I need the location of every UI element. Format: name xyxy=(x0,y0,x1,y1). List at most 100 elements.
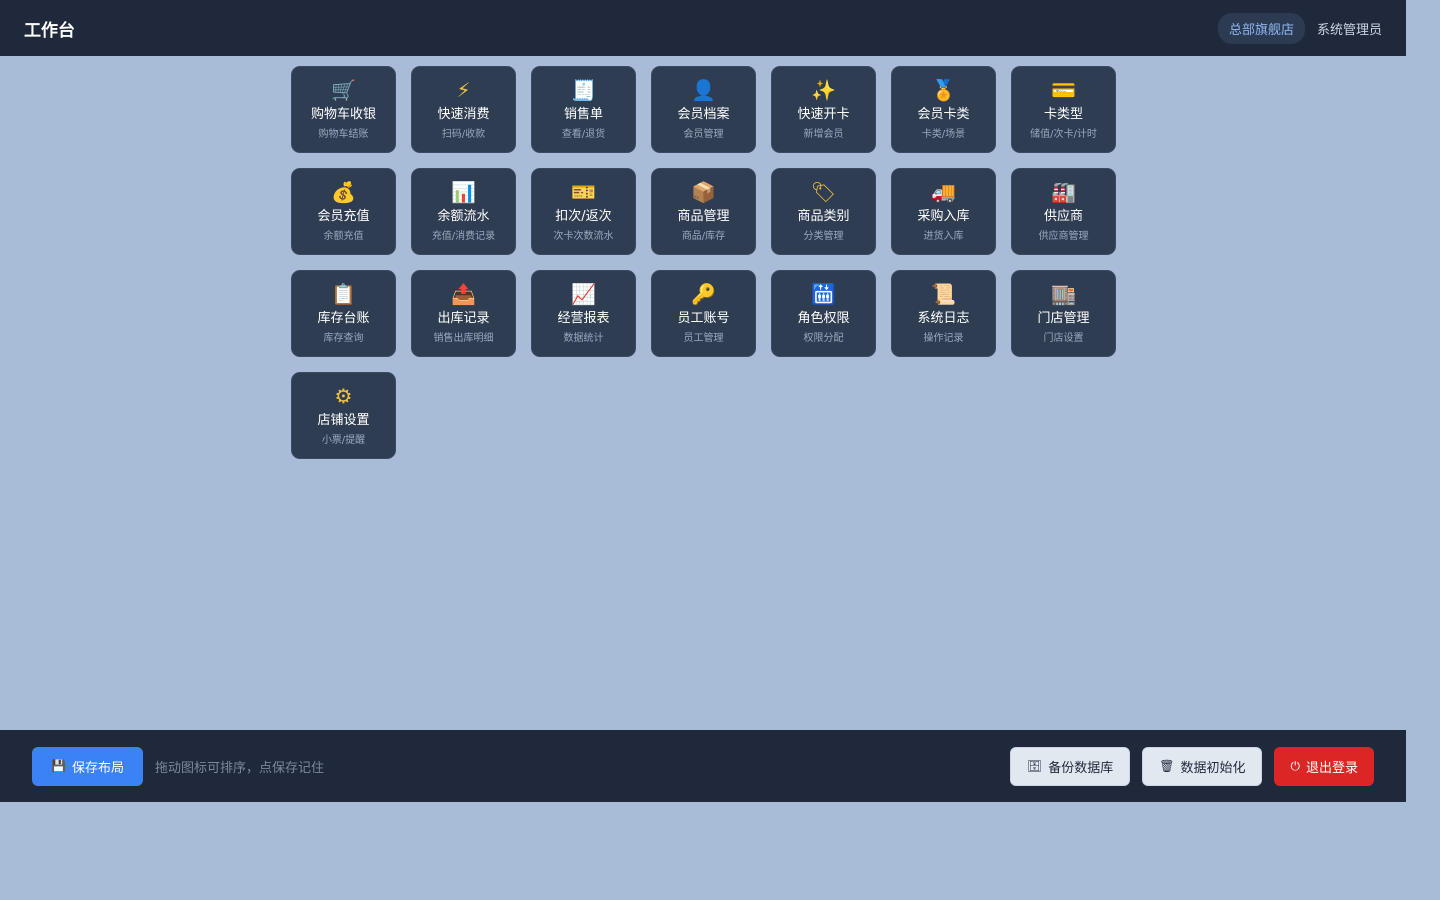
tile-9[interactable]: 🎫 扣次/返次次卡次数流水 xyxy=(531,168,636,255)
truck-icon: 🚚 xyxy=(931,180,956,204)
tile-subtitle: 数据统计 xyxy=(563,333,604,344)
ticket-icon: 🎫 xyxy=(571,180,596,204)
tile-14[interactable]: 📋 库存台账 库存查询 xyxy=(291,270,396,357)
tile-subtitle: 操作记录 xyxy=(923,333,964,344)
tile-subtitle: 销售出库明细 xyxy=(433,333,494,344)
logout-button[interactable]: ⏻ 退出登录 xyxy=(1274,746,1374,786)
scroll-icon: 📜 xyxy=(931,282,956,306)
bottom-left: 💾 保存布局 拖动图标可排序，点保存记住 xyxy=(32,746,324,786)
tile-18[interactable]: 🛗 角色权限 权限分配 xyxy=(771,270,876,357)
tile-label: 快速消费 xyxy=(437,107,490,122)
tile-0[interactable]: 🛒 购物车收银购物车结账 xyxy=(291,66,396,153)
tile-6[interactable]: 💳 卡类型储值/次卡/计时 xyxy=(1011,66,1116,153)
tile-13[interactable]: 🏭 供应商供应商管理 xyxy=(1011,168,1116,255)
tile-subtitle: 储值/次卡/计时 xyxy=(1030,129,1097,140)
backup-database-label: 备份数据库 xyxy=(1048,760,1114,776)
tile-4[interactable]: ✨ 快速开卡 新增会员 xyxy=(771,66,876,153)
tile-label: 经营报表 xyxy=(557,311,610,326)
tag-icon: 🏷 xyxy=(810,180,837,204)
page-title: 工作台 xyxy=(24,20,75,41)
clipboard-icon: 📋 xyxy=(331,282,356,306)
tile-21[interactable]: ⚙ 店铺设置小票/提醒 xyxy=(291,372,396,459)
money-bag-icon: 💰 xyxy=(331,180,356,204)
tile-label: 角色权限 xyxy=(797,311,850,326)
medal-icon: 🏅 xyxy=(931,78,956,102)
factory-icon: 🏭 xyxy=(1051,180,1076,204)
bottom-right: 🗄 备份数据库 🗑 数据初始化 ⏻ 退出登录 xyxy=(1009,746,1374,786)
user-name[interactable]: 系统管理员 xyxy=(1317,19,1382,38)
tile-label: 员工账号 xyxy=(677,311,730,326)
tile-subtitle: 次卡次数流水 xyxy=(553,231,614,242)
tile-10[interactable]: 📦 商品管理 商品/库存 xyxy=(651,168,756,255)
header-right: 总部旗舰店 系统管理员 xyxy=(1217,12,1382,44)
tile-17[interactable]: 🔑 员工账号员工管理 xyxy=(651,270,756,357)
lightning-icon: ⚡ xyxy=(456,78,471,102)
save-layout-label: 保存布局 xyxy=(71,760,124,776)
bottom-bar: 💾 保存布局 拖动图标可排序，点保存记住 🗄 备份数据库 🗑 数据初始化 ⏻ 退… xyxy=(0,730,1406,802)
tile-label: 门店管理 xyxy=(1037,311,1090,326)
tile-2[interactable]: 🧾 销售单查看/退货 xyxy=(531,66,636,153)
tile-label: 商品类别 xyxy=(797,209,850,224)
data-init-button[interactable]: 🗑 数据初始化 xyxy=(1142,746,1263,786)
tile-subtitle: 查看/退货 xyxy=(561,129,606,140)
data-init-label: 数据初始化 xyxy=(1180,760,1246,776)
store-badge[interactable]: 总部旗舰店 xyxy=(1217,12,1305,44)
credit-card-icon: 💳 xyxy=(1051,78,1076,102)
outbox-icon: 📤 xyxy=(451,282,476,306)
tile-12[interactable]: 🚚 采购入库进货入库 xyxy=(891,168,996,255)
tile-label: 扣次/返次 xyxy=(555,209,612,224)
tile-label: 出库记录 xyxy=(437,311,490,326)
cart-icon: 🛒 xyxy=(331,78,356,102)
line-chart-icon: 📈 xyxy=(571,282,596,306)
tile-label: 余额流水 xyxy=(437,209,490,224)
sparkles-icon: ✨ xyxy=(811,78,836,102)
tile-subtitle: 库存查询 xyxy=(323,333,364,344)
tile-label: 快速开卡 xyxy=(797,107,850,122)
tile-subtitle: 员工管理 xyxy=(683,333,724,344)
tile-1[interactable]: ⚡ 快速消费 扫码/收款 xyxy=(411,66,516,153)
floppy-disk-icon: 💾 xyxy=(51,759,66,773)
tile-label: 会员卡类 xyxy=(917,107,970,122)
tile-label: 供应商 xyxy=(1043,209,1083,224)
tile-8[interactable]: 📊 余额流水 充值/消费记录 xyxy=(411,168,516,255)
tile-label: 采购入库 xyxy=(917,209,970,224)
tile-15[interactable]: 📤 出库记录销售出库明细 xyxy=(411,270,516,357)
tile-label: 卡类型 xyxy=(1043,107,1083,122)
backup-database-button[interactable]: 🗄 备份数据库 xyxy=(1009,746,1131,786)
tile-11[interactable]: 🏷 商品类别分类管理 xyxy=(771,168,876,255)
workbench-grid: 🛒 购物车收银 购物车结账 ⚡ 快速消费 扫码/收款 🧾 销售单 查看/退货 👤 会员档案 会员管理 ✨… xyxy=(291,66,1116,459)
tile-subtitle: 会员管理 xyxy=(683,129,724,140)
person-icon: 👤 xyxy=(691,78,716,102)
tile-subtitle: 门店设置 xyxy=(1043,333,1084,344)
tile-label: 购物车收银 xyxy=(310,107,376,122)
tile-subtitle: 卡类/场景 xyxy=(921,129,966,140)
tile-subtitle: 购物车结账 xyxy=(318,129,369,140)
tile-subtitle: 供应商管理 xyxy=(1038,231,1089,242)
tile-label: 会员档案 xyxy=(677,107,730,122)
tile-3[interactable]: 👤 会员档案会员管理 xyxy=(651,66,756,153)
tile-subtitle: 分类管理 xyxy=(803,231,844,242)
tile-label: 店铺设置 xyxy=(317,413,370,428)
receipt-icon: 🧾 xyxy=(571,78,596,102)
tile-5[interactable]: 🏅 会员卡类卡类/场景 xyxy=(891,66,996,153)
save-layout-button[interactable]: 💾 保存布局 xyxy=(32,746,143,786)
tile-label: 销售单 xyxy=(563,107,603,122)
top-bar: 工作台 总部旗舰店 系统管理员 xyxy=(0,0,1406,56)
power-icon: ⏻ xyxy=(1290,758,1300,773)
tile-7[interactable]: 💰 会员充值余额充值 xyxy=(291,168,396,255)
key-icon: 🔑 xyxy=(691,282,716,306)
tile-19[interactable]: 📜 系统日志操作记录 xyxy=(891,270,996,357)
tile-label: 商品管理 xyxy=(677,209,730,224)
tile-16[interactable]: 📈 经营报表数据统计 xyxy=(531,270,636,357)
tile-label: 会员充值 xyxy=(317,209,370,224)
logout-label: 退出登录 xyxy=(1305,760,1358,776)
tile-subtitle: 小票/提醒 xyxy=(321,435,366,446)
tile-subtitle: 进货入库 xyxy=(923,231,964,242)
store-icon: 🏬 xyxy=(1051,282,1076,306)
tile-subtitle: 权限分配 xyxy=(803,333,844,344)
bar-chart-icon: 📊 xyxy=(451,180,476,204)
tile-label: 系统日志 xyxy=(917,311,970,326)
tile-20[interactable]: 🏬 门店管理门店设置 xyxy=(1011,270,1116,357)
gear-icon: ⚙ xyxy=(334,384,353,408)
tile-subtitle: 余额充值 xyxy=(323,231,364,242)
